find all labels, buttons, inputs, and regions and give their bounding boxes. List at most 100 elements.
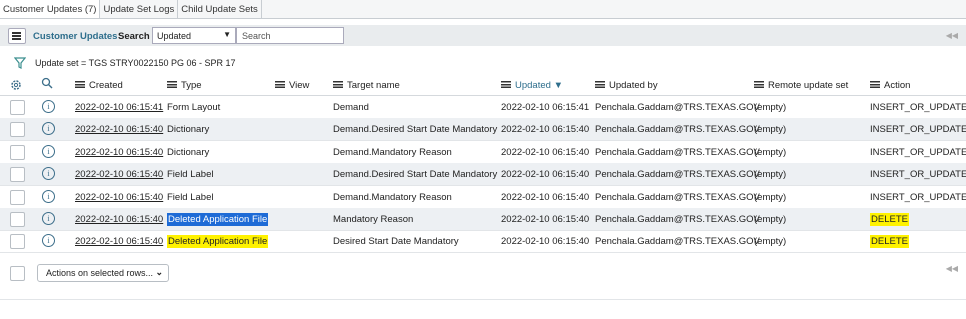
table-row[interactable]: i 2022-02-10 06:15:40 Deleted Application … [0,230,966,253]
column-header-view[interactable]: View [275,80,309,91]
column-header-type[interactable]: Type [167,80,202,91]
cell-action: INSERT_OR_UPDATE [870,147,966,158]
cell-created-text[interactable]: 2022-02-10 06:15:40 [75,147,163,158]
cell-remote-update-set: (empty) [754,124,786,135]
cell-target-name: Desired Start Date Mandatory [333,236,459,247]
cell-updated: 2022-02-10 06:15:40 [501,236,589,247]
cell-type: Deleted Application File [167,213,269,226]
info-icon[interactable]: i [42,167,55,180]
cell-action: INSERT_OR_UPDATE [870,124,966,135]
cell-action: DELETE [870,235,909,248]
tab-customer-updates[interactable]: Customer Updates (7) [0,0,101,18]
cell-remote-update-set-text: (empty) [754,102,787,113]
info-icon[interactable]: i [42,190,55,203]
info-icon[interactable]: i [42,100,55,113]
cell-target-name-text: Mandatory Reason [333,214,414,225]
sort-descending-icon: ▼ [553,80,563,91]
cell-type-text: Deleted Application File [167,235,269,248]
row-checkbox[interactable] [10,122,25,137]
cell-created[interactable]: 2022-02-10 06:15:40 [75,214,163,225]
cell-target-name-text: Demand.Desired Start Date Mandatory [333,169,498,180]
first-page-icon[interactable]: ◀◀ [946,31,958,40]
search-input[interactable]: Search [236,27,344,44]
cell-updated-by-text: Penchala.Gaddam@TRS.TEXAS.GOV [595,214,760,225]
cell-action-text: INSERT_OR_UPDATE [870,147,966,158]
column-header-created[interactable]: Created [75,80,123,91]
column-menu-icon[interactable] [333,80,343,88]
cell-remote-update-set-text: (empty) [754,147,787,158]
row-checkbox[interactable] [10,190,25,205]
cell-updated-by-text: Penchala.Gaddam@TRS.TEXAS.GOV [595,169,760,180]
cell-target-name-text: Demand.Desired Start Date Mandatory [333,124,498,135]
column-header-updated-by[interactable]: Updated by [595,80,658,91]
cell-created-text[interactable]: 2022-02-10 06:15:40 [75,214,163,225]
column-header-remote-update-set[interactable]: Remote update set [754,80,848,91]
info-icon[interactable]: i [42,145,55,158]
table-row[interactable]: i 2022-02-10 06:15:40 Dictionary Demand.Des… [0,118,966,141]
cell-created-text[interactable]: 2022-02-10 06:15:40 [75,124,163,135]
cell-target-name: Demand.Mandatory Reason [333,147,452,158]
row-checkbox[interactable] [10,167,25,182]
row-checkbox[interactable] [10,212,25,227]
cell-action: INSERT_OR_UPDATE [870,192,966,203]
cell-created[interactable]: 2022-02-10 06:15:40 [75,169,163,180]
column-menu-icon[interactable] [275,80,285,88]
first-page-icon[interactable]: ◀◀ [946,264,958,273]
cell-type: Form Layout [167,102,220,113]
table-row[interactable]: i 2022-02-10 06:15:40 Field Label Demand.De… [0,163,966,186]
cell-updated-text: 2022-02-10 06:15:40 [501,236,590,247]
info-icon[interactable]: i [42,212,55,225]
select-all-checkbox[interactable] [10,266,25,281]
filter-icon[interactable] [14,57,26,69]
row-checkbox[interactable] [10,100,25,115]
actions-label: Actions on selected rows... [46,268,154,278]
column-menu-icon[interactable] [501,80,511,88]
info-icon[interactable]: i [42,234,55,247]
cell-target-name: Mandatory Reason [333,214,413,225]
cell-updated-text: 2022-02-10 06:15:40 [501,192,590,203]
cell-target-name: Demand.Mandatory Reason [333,192,452,203]
cell-remote-update-set: (empty) [754,102,786,113]
list-title[interactable]: Customer Updates [33,31,117,42]
table-row[interactable]: i 2022-02-10 06:15:40 Field Label Demand.Ma… [0,186,966,209]
column-menu-icon[interactable] [754,80,764,88]
cell-updated-by: Penchala.Gaddam@TRS.TEXAS.GOV [595,124,760,135]
search-field-select[interactable]: Updated ▼ [152,27,236,44]
row-checkbox[interactable] [10,145,25,160]
column-menu-icon[interactable] [870,80,880,88]
row-checkbox[interactable] [10,234,25,249]
table-row[interactable]: i 2022-02-10 06:15:40 Deleted Application … [0,208,966,231]
column-header-action[interactable]: Action [870,80,910,91]
cell-created-text[interactable]: 2022-02-10 06:15:40 [75,192,163,203]
cell-created[interactable]: 2022-02-10 06:15:40 [75,147,163,158]
column-menu-icon[interactable] [167,80,177,88]
column-header-updated[interactable]: Updated ▼ [501,80,563,91]
list-footer: Actions on selected rows... ⌄ [0,262,966,284]
cell-updated-by: Penchala.Gaddam@TRS.TEXAS.GOV [595,169,760,180]
table-row[interactable]: i 2022-02-10 06:15:41 Form Layout Demand 202… [0,96,966,119]
cell-updated: 2022-02-10 06:15:41 [501,102,589,113]
column-menu-icon[interactable] [595,80,605,88]
cell-created-text[interactable]: 2022-02-10 06:15:40 [75,236,163,247]
list-menu-button[interactable] [8,28,26,44]
actions-on-selected-rows-select[interactable]: Actions on selected rows... ⌄ [37,264,169,282]
cell-created-text[interactable]: 2022-02-10 06:15:40 [75,169,163,180]
cell-action-text: INSERT_OR_UPDATE [870,102,966,113]
cell-updated: 2022-02-10 06:15:40 [501,169,589,180]
filter-condition[interactable]: Update set = TGS STRY0022150 PG 06 - SPR… [35,58,236,68]
cell-updated-by: Penchala.Gaddam@TRS.TEXAS.GOV [595,236,760,247]
cell-created[interactable]: 2022-02-10 06:15:40 [75,192,163,203]
tab-update-set-logs[interactable]: Update Set Logs [100,0,179,18]
tab-child-update-sets[interactable]: Child Update Sets [178,0,262,18]
cell-remote-update-set-text: (empty) [754,236,787,247]
cell-created[interactable]: 2022-02-10 06:15:40 [75,124,163,135]
cell-updated-text: 2022-02-10 06:15:40 [501,214,590,225]
cell-created[interactable]: 2022-02-10 06:15:40 [75,236,163,247]
cell-created-text[interactable]: 2022-02-10 06:15:41 [75,102,163,113]
info-icon[interactable]: i [42,122,55,135]
table-row[interactable]: i 2022-02-10 06:15:40 Dictionary Demand.Man… [0,141,966,164]
column-menu-icon[interactable] [75,80,85,88]
cell-updated-text: 2022-02-10 06:15:40 [501,124,590,135]
cell-created[interactable]: 2022-02-10 06:15:41 [75,102,163,113]
column-header-target-name[interactable]: Target name [333,80,400,91]
